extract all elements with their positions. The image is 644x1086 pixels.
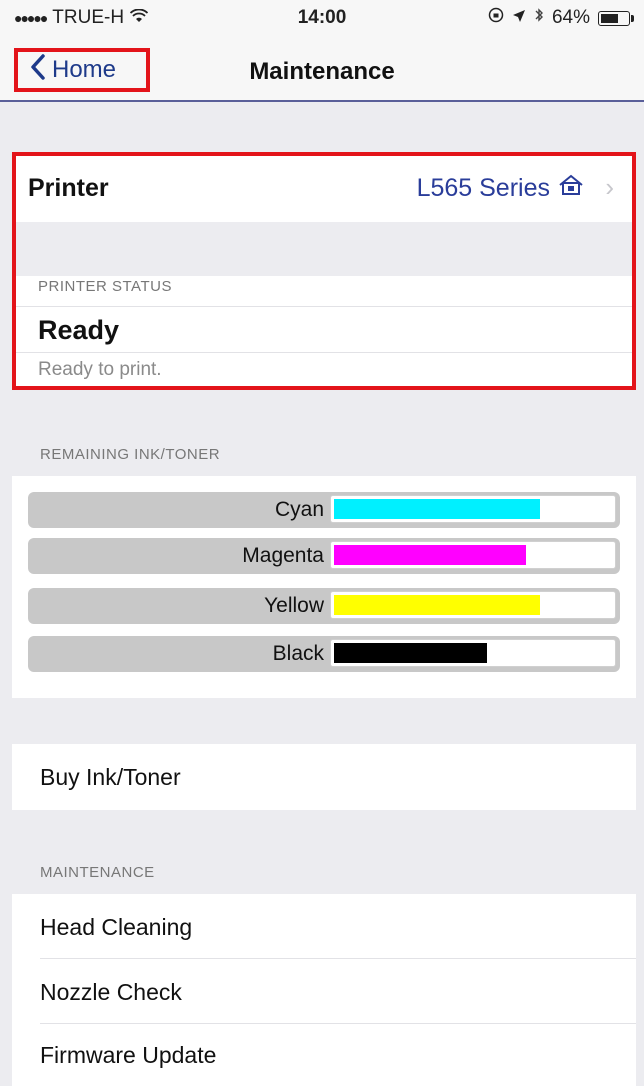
ink-name: Yellow [264,594,324,617]
home-network-icon [558,174,584,203]
firmware-update-item[interactable]: Firmware Update [12,1024,636,1086]
ink-level-track [330,639,616,667]
ink-level-bar [334,545,526,565]
ink-name: Cyan [274,498,324,521]
ink-name: Magenta [242,544,324,567]
battery-icon [598,10,634,26]
printer-status-detail-row: Ready to print. [16,352,632,386]
firmware-update-label: Firmware Update [40,1042,217,1068]
ink-row-black: Black [28,636,620,672]
head-cleaning-item[interactable]: Head Cleaning [12,894,636,958]
buy-ink-button[interactable]: Buy Ink/Toner [12,744,636,810]
ink-row-magenta: Magenta [28,538,620,574]
printer-status: Ready [38,315,120,345]
ink-level-bar [334,643,487,663]
printer-label: Printer [28,174,109,202]
printer-section: Printer L565 Series › PRINTER STATUS Rea… [12,152,636,390]
ink-level-bar [334,499,540,519]
ink-level-bar [334,595,540,615]
nozzle-check-item[interactable]: Nozzle Check [12,959,636,1023]
ink-level-track [330,495,616,523]
printer-status-detail: Ready to print. [38,359,162,380]
printer-name: L565 Series [416,174,550,202]
printer-value-group: L565 Series [417,174,584,203]
ink-levels-panel: Cyan Magenta Yellow Black [12,476,636,698]
ink-header: REMAINING INK/TONER [40,446,221,463]
page-title: Maintenance [249,58,395,85]
ink-row-cyan: Cyan [28,492,620,528]
ink-level-track [330,541,616,569]
status-bar: ●●●●● TRUE-H 14:00 64% [0,0,644,38]
chevron-right-icon: › [605,172,614,202]
head-cleaning-label: Head Cleaning [40,914,193,940]
navigation-bar: Home Maintenance [0,38,644,102]
printer-selector[interactable]: Printer L565 Series › [16,156,632,222]
printer-status-header: PRINTER STATUS [38,278,172,295]
ink-name: Black [272,642,324,665]
section-spacer [16,222,632,276]
battery-percent: 64% [551,7,590,28]
ink-level-track [330,591,616,619]
nozzle-check-label: Nozzle Check [40,979,182,1005]
ink-row-yellow: Yellow [28,588,620,624]
printer-status-row: Ready [16,306,632,353]
buy-ink-label: Buy Ink/Toner [40,764,181,790]
maintenance-list: Head Cleaning Nozzle Check Firmware Upda… [12,894,636,1086]
location-icon [512,7,526,29]
status-right: 64% [488,7,634,29]
maintenance-header: MAINTENANCE [40,864,155,881]
orientation-lock-icon [488,7,504,29]
bluetooth-icon [534,7,544,29]
